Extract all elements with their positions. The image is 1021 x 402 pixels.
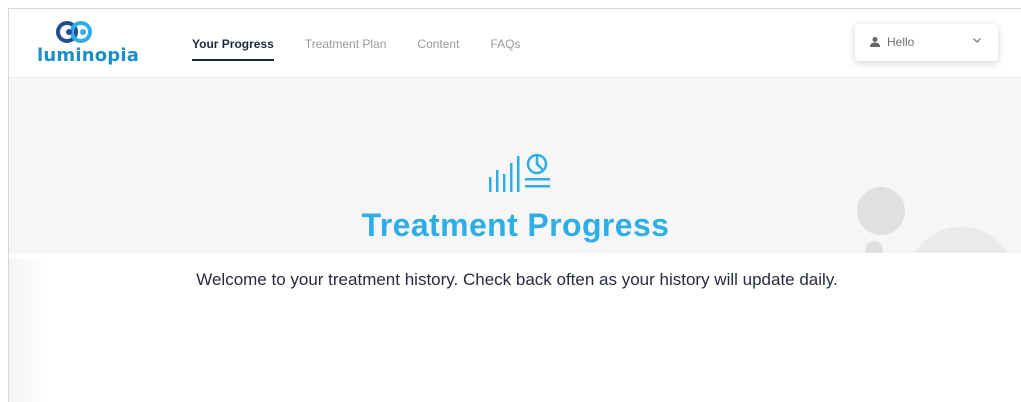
main-nav: Your Progress Treatment Plan Content FAQ… (192, 37, 520, 61)
background-graphic (9, 259, 45, 402)
user-menu-dropdown[interactable]: Hello (855, 24, 998, 61)
nav-content[interactable]: Content (417, 37, 459, 61)
chevron-down-icon (973, 38, 981, 43)
nav-treatment-plan[interactable]: Treatment Plan (305, 37, 387, 61)
page-title: Treatment Progress (361, 207, 670, 243)
top-navigation-bar: luminopia Your Progress Treatment Plan C… (9, 9, 1021, 77)
eye-logo-icon (56, 21, 92, 43)
nav-faqs[interactable]: FAQs (490, 37, 520, 61)
chart-progress-icon (489, 153, 550, 192)
logo-text: luminopia (37, 45, 140, 66)
nav-your-progress[interactable]: Your Progress (192, 37, 274, 61)
app-window: luminopia Your Progress Treatment Plan C… (8, 8, 1021, 402)
user-greeting: Hello (887, 35, 915, 49)
welcome-message: Welcome to your treatment history. Check… (196, 270, 838, 289)
user-icon (870, 37, 880, 47)
luminopia-logo[interactable]: luminopia (37, 21, 140, 71)
